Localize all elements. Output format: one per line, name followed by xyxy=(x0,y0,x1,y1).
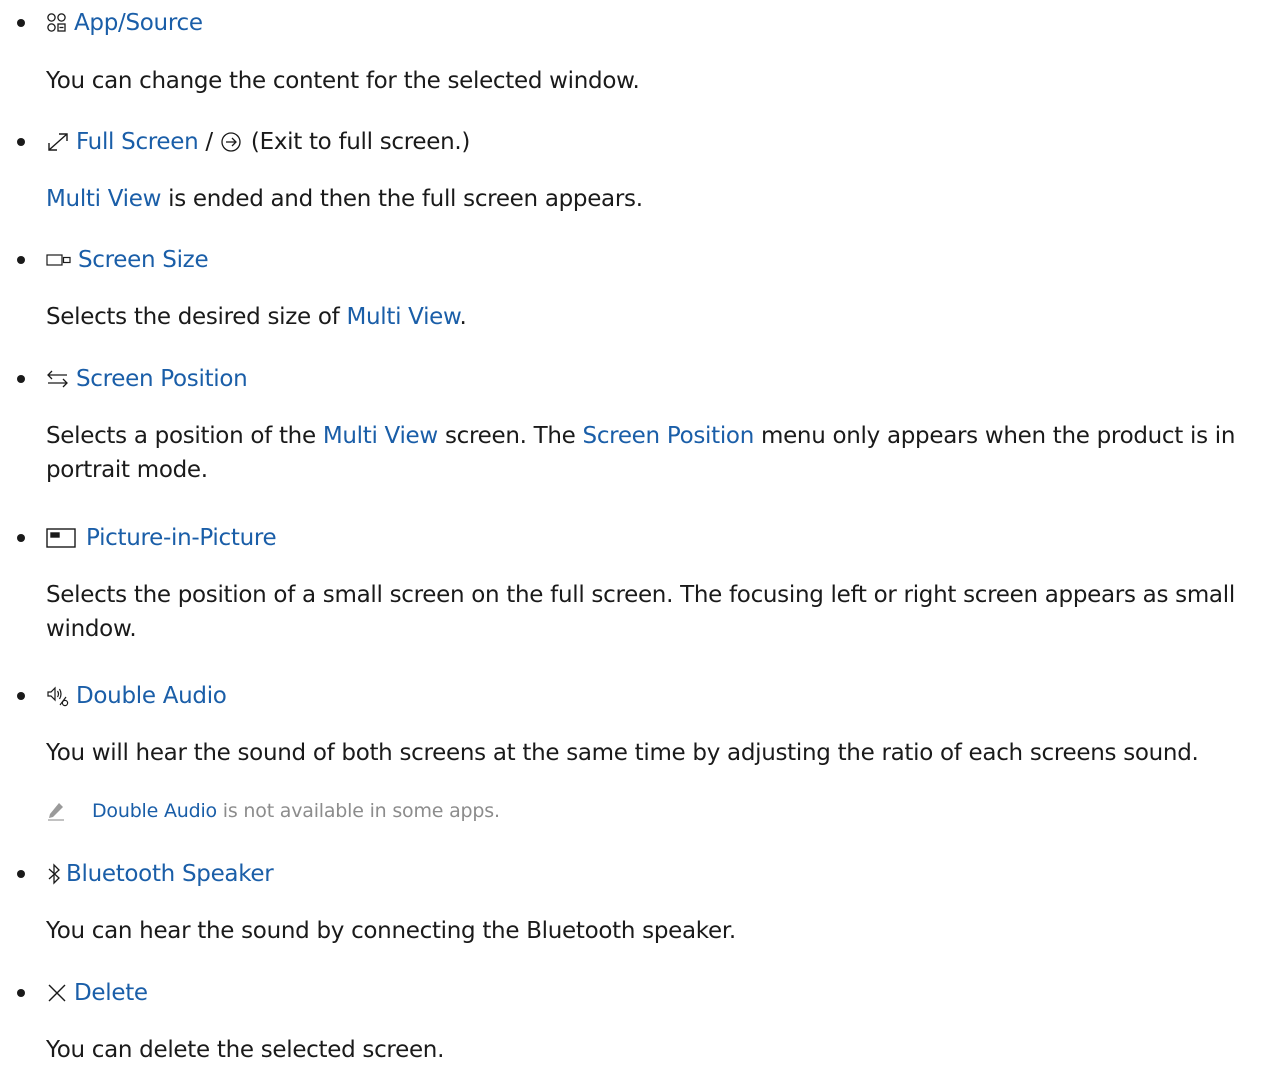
note: Double Audio is not available in some ap… xyxy=(46,796,500,826)
description-text: screen. The xyxy=(437,423,583,449)
bullet-dot xyxy=(17,19,25,27)
description-text: Selects the desired size of xyxy=(46,304,347,330)
multi-view-link[interactable]: Multi View xyxy=(323,423,438,449)
bullet-dot xyxy=(17,534,25,542)
screen-position-link[interactable]: Screen Position xyxy=(76,366,248,392)
description-text: Selects a position of the xyxy=(46,423,323,449)
bluetooth-speaker-link[interactable]: Bluetooth Speaker xyxy=(66,861,274,887)
bullet-dot xyxy=(17,256,25,264)
multi-view-link[interactable]: Multi View xyxy=(46,186,161,212)
bullet-dot xyxy=(17,870,25,878)
bluetooth-icon xyxy=(46,863,62,885)
description: Multi View is ended and then the full sc… xyxy=(46,182,1271,216)
picture-in-picture-link[interactable]: Picture-in-Picture xyxy=(86,525,277,551)
app-source-link[interactable]: App/Source xyxy=(74,10,203,36)
document: App/Source You can change the content fo… xyxy=(0,0,1281,1063)
pencil-icon xyxy=(46,801,66,821)
double-audio-link[interactable]: Double Audio xyxy=(76,683,227,709)
multi-view-link[interactable]: Multi View xyxy=(346,304,459,330)
bullet-dot xyxy=(17,138,25,146)
note-text: is not available in some apps. xyxy=(216,800,500,822)
screen-position-icon xyxy=(46,368,70,390)
bullet-dot xyxy=(17,989,25,997)
description: You can hear the sound by connecting the… xyxy=(46,918,736,944)
delete-link[interactable]: Delete xyxy=(74,980,148,1006)
description: You can change the content for the selec… xyxy=(46,68,640,94)
double-audio-icon xyxy=(46,685,70,707)
app-source-icon xyxy=(46,12,68,34)
bullet-dot xyxy=(17,692,25,700)
description-text: is ended and then the full screen appear… xyxy=(161,186,643,212)
description-text: . xyxy=(459,304,467,330)
description: Selects the desired size of Multi View. xyxy=(46,300,1271,334)
screen-position-inline-link[interactable]: Screen Position xyxy=(583,423,755,449)
picture-in-picture-icon xyxy=(46,527,76,549)
description: You will hear the sound of both screens … xyxy=(46,740,1199,766)
exit-full-screen-icon xyxy=(220,131,242,153)
description: Selects a position of the Multi View scr… xyxy=(46,419,1271,487)
separator: / xyxy=(198,129,220,155)
delete-icon xyxy=(46,982,68,1004)
double-audio-note-link[interactable]: Double Audio xyxy=(92,800,217,822)
full-screen-icon xyxy=(46,131,70,153)
full-screen-link[interactable]: Full Screen xyxy=(76,129,199,155)
exit-full-screen-note: (Exit to full screen.) xyxy=(243,129,471,155)
bullet-dot xyxy=(17,375,25,383)
description: Selects the position of a small screen o… xyxy=(46,582,1235,642)
screen-size-link[interactable]: Screen Size xyxy=(78,247,209,273)
screen-size-icon xyxy=(46,249,72,271)
